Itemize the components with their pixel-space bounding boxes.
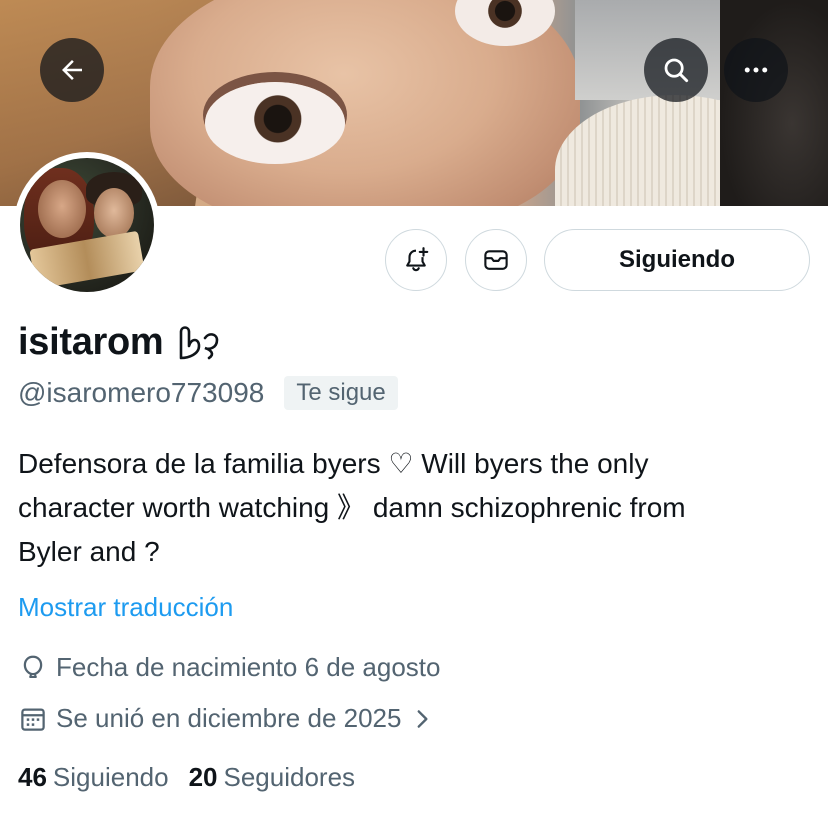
search-icon — [664, 58, 689, 83]
more-options-button[interactable] — [724, 38, 788, 102]
followers-label: Seguidores — [223, 762, 356, 792]
following-label: Siguiendo — [52, 762, 169, 792]
arrow-left-icon — [62, 60, 82, 80]
avatar-image — [20, 158, 154, 292]
avatar[interactable] — [14, 152, 160, 298]
followers-count-link[interactable]: 20 Seguidores — [189, 762, 355, 793]
bio-line: Byler and ? — [18, 536, 160, 567]
bio-line: character worth watching 》 damn schizoph… — [18, 492, 686, 523]
following-count-link[interactable]: 46 Siguiendo — [18, 762, 169, 793]
back-button[interactable] — [40, 38, 104, 102]
display-name-row: isitarom — [18, 318, 225, 367]
notifications-button[interactable] — [385, 229, 447, 291]
chevron-right-icon — [418, 709, 428, 728]
following-button[interactable]: Siguiendo — [544, 229, 810, 291]
follows-you-badge: Te sigue — [284, 376, 398, 410]
display-name: isitarom — [18, 321, 164, 363]
user-handle: @isaromero773098 — [18, 377, 265, 408]
birth-date-text: Fecha de nacimiento 6 de agosto — [56, 652, 441, 682]
follow-counts: 46 Siguiendo 20 Seguidores — [18, 762, 355, 793]
profile-screen: Siguiendo isitarom @isaromero773098 Te s… — [0, 0, 828, 817]
joined-date-text: Se unió en diciembre de 2025 — [56, 703, 402, 733]
envelope-icon — [484, 250, 508, 270]
followers-count: 20 — [188, 762, 218, 792]
bell-plus-icon — [406, 247, 429, 272]
joined-date-row[interactable]: Se unió en diciembre de 2025 — [18, 703, 435, 734]
search-button[interactable] — [644, 38, 708, 102]
hand-heart-icon — [175, 318, 225, 367]
balloon-icon — [23, 655, 43, 678]
bio-line: Defensora de la familia byers ♡ Will bye… — [18, 448, 649, 479]
birth-date-row: Fecha de nacimiento 6 de agosto — [18, 652, 440, 683]
show-translation-link[interactable]: Mostrar traducción — [18, 592, 233, 623]
calendar-icon — [21, 708, 45, 731]
profile-bio: Defensora de la familia byers ♡ Will bye… — [18, 442, 818, 574]
message-button[interactable] — [465, 229, 527, 291]
handle-row: @isaromero773098 Te sigue — [18, 376, 398, 410]
following-count: 46 — [18, 762, 47, 792]
more-horizontal-icon — [744, 67, 768, 73]
